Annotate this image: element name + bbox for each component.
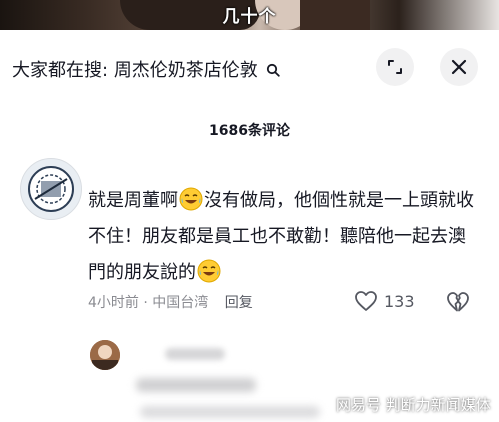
close-icon xyxy=(451,59,467,75)
heart-icon xyxy=(355,291,377,311)
avatar-image xyxy=(28,166,74,212)
search-suggestion[interactable]: 大家都在搜: 周杰伦奶茶店伦敦 xyxy=(12,56,280,82)
watermark: 网易号 判断力新闻媒体 xyxy=(336,396,491,414)
expand-icon xyxy=(388,60,402,74)
like-button[interactable]: 133 xyxy=(354,290,415,312)
search-keyword: 周杰伦奶茶店伦敦 xyxy=(113,60,258,81)
laughing-tears-emoji-icon xyxy=(197,259,221,283)
comment-location: 中国台湾 xyxy=(152,295,209,311)
blurred-comment-text xyxy=(136,378,256,392)
like-count: 133 xyxy=(384,291,415,311)
avatar[interactable] xyxy=(20,158,82,220)
avatar[interactable] xyxy=(90,340,120,370)
video-preview[interactable]: 几十个 xyxy=(0,0,499,30)
broken-heart-icon xyxy=(447,292,469,312)
dot-separator: · xyxy=(143,295,148,311)
avatar-image xyxy=(90,340,120,370)
video-caption: 几十个 xyxy=(222,7,277,27)
close-button[interactable] xyxy=(440,48,478,86)
search-icon xyxy=(266,63,280,77)
reply-button[interactable]: 回复 xyxy=(225,295,253,311)
expand-button[interactable] xyxy=(376,48,414,86)
dislike-button[interactable] xyxy=(446,291,470,317)
comment-text: 就是周董啊 沒有做局，他個性就是一上頭就收不住！朋友都是員工也不敢勸！聽陪他一起… xyxy=(88,183,483,291)
comment-count: 1686条评论 xyxy=(209,123,290,139)
comment-text-part1: 就是周董啊 xyxy=(88,190,178,211)
laughing-tears-emoji-icon xyxy=(179,187,203,211)
comment-time: 4小时前 xyxy=(88,295,139,311)
blurred-comment-meta xyxy=(140,406,320,418)
search-suggestion-bar: 大家都在搜: 周杰伦奶茶店伦敦 xyxy=(0,36,499,96)
search-prefix: 大家都在搜: xyxy=(12,60,109,81)
blurred-username xyxy=(165,348,225,360)
comment-meta: 4小时前 · 中国台湾 回复 xyxy=(88,292,253,312)
